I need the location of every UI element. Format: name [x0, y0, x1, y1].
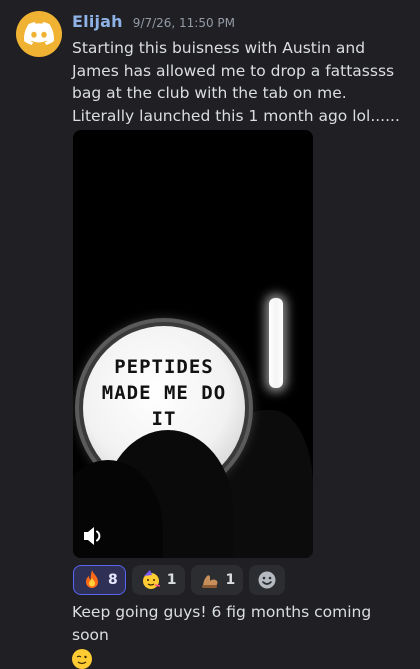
- sign-line-1: PEPTIDES: [114, 356, 214, 378]
- username[interactable]: Elijah: [72, 12, 123, 31]
- video-attachment[interactable]: PEPTIDES MADE ME DO IT EY3: [73, 130, 313, 558]
- sign-line-2: MADE ME DO: [101, 382, 227, 404]
- discord-logo-icon: [24, 22, 54, 45]
- message-text: Starting this buisness with Austin and J…: [72, 39, 400, 125]
- flexed-biceps-emoji-icon: [199, 569, 221, 591]
- reaction-count: 1: [225, 572, 236, 588]
- partying-face-emoji-icon: [140, 569, 162, 591]
- reaction-count: 8: [108, 572, 118, 588]
- sign-line-3: IT: [151, 408, 177, 430]
- message-header: Elijah 9/7/26, 11:50 PM: [72, 12, 235, 31]
- reaction-flexed-biceps[interactable]: 1: [190, 565, 244, 595]
- speaker-icon[interactable]: [81, 523, 107, 549]
- followup-message: Keep going guys! 6 fig months coming soo…: [72, 601, 408, 669]
- reaction-fire[interactable]: 8: [73, 565, 126, 595]
- add-reaction-button[interactable]: [249, 565, 286, 595]
- light-tube: [269, 298, 283, 388]
- avatar[interactable]: [16, 11, 62, 57]
- reaction-count: 1: [166, 572, 177, 588]
- reaction-partying-face[interactable]: 1: [131, 565, 185, 595]
- timestamp[interactable]: 9/7/26, 11:50 PM: [133, 16, 235, 30]
- followup-text: Keep going guys! 6 fig months coming soo…: [72, 603, 372, 644]
- fire-emoji-icon: [81, 569, 103, 591]
- add-reaction-smiley-icon: [258, 571, 276, 589]
- reactions-bar: 8 1 1: [73, 565, 286, 595]
